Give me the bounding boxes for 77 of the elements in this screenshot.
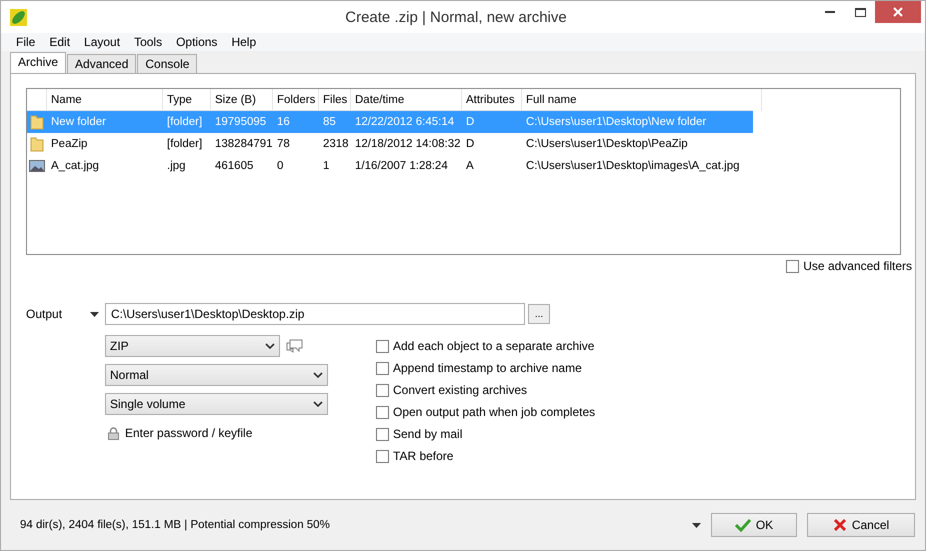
- table-cell-text: A: [465, 160, 475, 172]
- checkbox[interactable]: [376, 340, 389, 352]
- table-cell-text: 85: [322, 116, 337, 128]
- folder-icon: [30, 136, 44, 152]
- browse-button[interactable]: ...: [528, 304, 550, 324]
- table-cell-text: 1: [322, 160, 330, 172]
- dropdown[interactable]: ZIP: [105, 335, 280, 357]
- checkbox[interactable]: [376, 450, 389, 462]
- output-label: Output: [26, 307, 64, 321]
- checkbox-label: Send by mail: [393, 427, 462, 441]
- tab[interactable]: Advanced: [67, 54, 136, 73]
- table-cell-text: A_cat.jpg: [50, 160, 100, 172]
- cancel-button[interactable]: Cancel: [807, 513, 915, 537]
- table-cell-text: .jpg: [166, 160, 187, 172]
- checkbox[interactable]: [376, 384, 389, 396]
- minimize-icon: [825, 11, 835, 13]
- close-icon: [893, 7, 903, 17]
- menu-item[interactable]: Tools: [127, 35, 170, 49]
- table-cell-text: D: [465, 138, 476, 150]
- table-cell-text: 461605: [214, 160, 254, 172]
- folder-icon: [30, 114, 44, 130]
- lock-icon: [108, 426, 119, 440]
- checkbox-label: TAR before: [393, 449, 454, 463]
- maximize-icon: [854, 8, 866, 16]
- chevron-icon: [313, 401, 323, 407]
- table-cell-text: 12/22/2012 6:45:14: [354, 116, 456, 128]
- status-text: 94 dir(s), 2404 file(s), 151.1 MB | Potential compression 50%: [20, 519, 331, 531]
- checkbox[interactable]: [376, 428, 389, 440]
- check-icon: [734, 518, 751, 532]
- menu-item[interactable]: Help: [224, 35, 264, 49]
- menu-item[interactable]: Options: [169, 35, 224, 49]
- chevron-icon: [313, 372, 323, 378]
- dropdown[interactable]: Normal: [105, 364, 328, 386]
- table-cell-text: 12/18/2012 14:08:32: [354, 138, 462, 150]
- close-button[interactable]: [875, 1, 921, 23]
- checkbox-label: Use advanced filters: [803, 259, 912, 273]
- table-row[interactable]: A_cat.jpg .jpg 461605 0 1 1/16/2007 1:28:24 A C:\Users\user1\Desktop\images\A_cat.jpg: [27, 155, 753, 177]
- table-cell-text: PeaZip: [50, 138, 88, 150]
- tab[interactable]: Archive: [10, 52, 66, 73]
- image-icon: [29, 160, 45, 172]
- table-cell-text: 1/16/2007 1:28:24: [354, 160, 449, 172]
- output-path-field[interactable]: C:\Users\user1\Desktop\Desktop.zip: [105, 303, 525, 325]
- table-cell-text: 138284791: [214, 138, 273, 150]
- checkbox-label: Append timestamp to archive name: [393, 361, 582, 375]
- table-cell-text: 78: [276, 138, 291, 150]
- password-link[interactable]: Enter password / keyfile: [125, 426, 252, 440]
- table-cell-text: D: [465, 116, 476, 128]
- checkbox-label: Add each object to a separate archive: [393, 339, 594, 353]
- tab[interactable]: Console: [137, 54, 198, 73]
- close-icon: [832, 518, 847, 532]
- table-cell-text: 0: [276, 160, 284, 172]
- table-cell-text: C:\Users\user1\Desktop\images\A_cat.jpg: [525, 160, 740, 172]
- caret-icon: [90, 312, 99, 316]
- menu-item[interactable]: Edit: [42, 35, 78, 49]
- menu-item[interactable]: Layout: [77, 35, 128, 49]
- menu-item[interactable]: File: [9, 35, 42, 49]
- ok-button[interactable]: OK: [711, 513, 797, 537]
- table-row[interactable]: PeaZip [folder] 138284791 78 2318 12/18/2012 14:08:32 D C:\Users\user1\Desktop\PeaZip: [27, 133, 753, 155]
- checkbox[interactable]: [376, 362, 389, 374]
- caret-icon: [692, 522, 701, 528]
- table-cell-text: 2318: [322, 138, 350, 150]
- speech-bubbles-icon: [286, 338, 303, 354]
- checkbox-label: Open output path when job completes: [393, 405, 596, 419]
- table-cell-text: [folder]: [166, 138, 204, 150]
- checkbox[interactable]: [786, 260, 800, 272]
- checkbox[interactable]: [376, 406, 389, 418]
- dropdown[interactable]: Single volume: [105, 393, 328, 415]
- checkbox-label: Convert existing archives: [393, 383, 528, 397]
- app-logo-icon: [10, 8, 27, 26]
- table-cell-text: New folder: [50, 116, 107, 128]
- chevron-icon: [265, 343, 275, 349]
- table-cell-text: 16: [276, 116, 291, 128]
- window-title: Create .zip | Normal, new archive: [344, 8, 568, 26]
- table-cell-text: [folder]: [166, 116, 204, 128]
- table-cell-text: 19795095: [214, 116, 268, 128]
- table-cell-text: C:\Users\user1\Desktop\New folder: [525, 116, 708, 128]
- table-cell-text: C:\Users\user1\Desktop\PeaZip: [525, 138, 689, 150]
